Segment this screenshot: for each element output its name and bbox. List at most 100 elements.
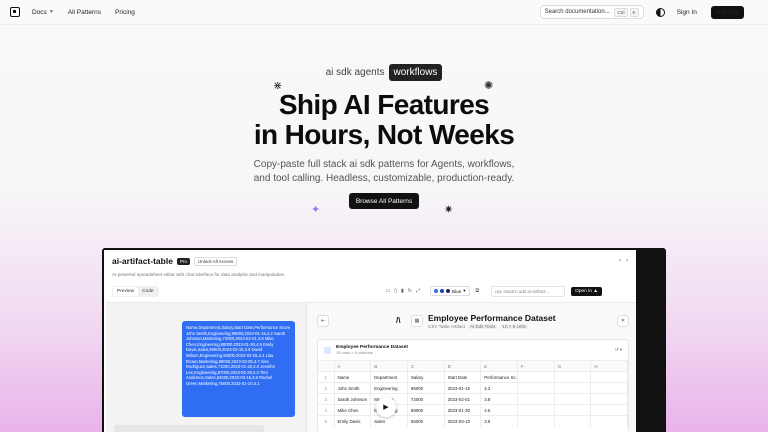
kbd-k: K xyxy=(629,7,639,17)
tablet-icon[interactable]: ▯ xyxy=(394,288,397,294)
preview-title: ai-artifact-table xyxy=(112,256,173,266)
table-cell[interactable]: 2023-03-10 xyxy=(444,415,482,427)
table-cell[interactable]: 3.8 xyxy=(480,393,518,405)
table-cell[interactable] xyxy=(590,371,628,383)
theme-toggle-icon[interactable] xyxy=(655,7,665,17)
table-cell[interactable] xyxy=(554,404,592,416)
table-cell[interactable] xyxy=(554,415,592,427)
sign-up-button[interactable]: Sign Up xyxy=(710,5,744,19)
table-cell: 5 xyxy=(318,415,335,427)
table-cell[interactable]: Start Date xyxy=(444,371,482,383)
table-cell[interactable] xyxy=(554,382,592,394)
search-placeholder: Search documentation... xyxy=(544,9,610,15)
table-cell[interactable]: Salary xyxy=(407,371,445,383)
artifact-logo-icon: /\ xyxy=(396,316,401,325)
logo-icon[interactable] xyxy=(10,7,20,17)
table-cell[interactable] xyxy=(517,415,555,427)
color-selector[interactable]: Blue ▾ xyxy=(430,286,470,296)
table-cell[interactable]: Engineering xyxy=(370,382,408,394)
sparkle-icon: ✦ xyxy=(311,204,321,216)
close-icon[interactable]: ✕ xyxy=(617,315,629,327)
unlock-all-access-button[interactable]: Unlock All Access xyxy=(193,256,238,266)
hero-subtitle: Copy-paste full stack ai sdk patterns fo… xyxy=(0,158,768,186)
table-cell[interactable] xyxy=(517,404,555,416)
header-divider xyxy=(0,24,768,25)
column-header-cell: B xyxy=(370,360,408,372)
table-cell[interactable]: Sarah Johnson xyxy=(334,393,372,405)
table-cell[interactable]: 2023-02-01 xyxy=(444,393,482,405)
prev-arrow-icon[interactable]: ‹ xyxy=(619,258,621,264)
table-cell[interactable] xyxy=(517,371,555,383)
play-video-button[interactable]: ▶ xyxy=(376,397,396,417)
table-cell[interactable]: 2023-01-30 xyxy=(444,404,482,416)
table-cell[interactable] xyxy=(517,393,555,405)
viewport-tools: ▭ ▯ ▮ ↻ ⤢ xyxy=(386,288,420,294)
table-cell[interactable]: 3.9 xyxy=(480,415,518,427)
search-input[interactable]: Search documentation... Ctrl K xyxy=(539,5,644,19)
chevron-down-icon: ▾ xyxy=(463,288,466,293)
refresh-icon[interactable]: ↻ xyxy=(408,288,412,294)
table-cell[interactable]: Emily Davis xyxy=(334,415,372,427)
table-cell[interactable]: Mike Chen xyxy=(334,404,372,416)
nav-all-patterns[interactable]: All Patterns xyxy=(68,9,101,16)
view-tabs: Preview Code xyxy=(112,285,159,297)
install-command[interactable]: npx shadcn add ai-artifact-... xyxy=(491,285,566,297)
mobile-icon[interactable]: ▮ xyxy=(401,288,404,294)
table-cell[interactable] xyxy=(590,393,628,405)
table-cell[interactable]: 95000 xyxy=(407,382,445,394)
table-cell[interactable] xyxy=(590,404,628,416)
chat-input[interactable] xyxy=(114,425,264,432)
table-row: 5 Emily Davis Sales 65000 2023-03-10 3.9 xyxy=(318,415,628,427)
preview-toolbar: Preview Code ▭ ▯ ▮ ↻ ⤢ Blue ▾ ⧉ npx shad… xyxy=(104,284,636,298)
table-cell[interactable] xyxy=(590,382,628,394)
copy-icon[interactable]: ⧉ xyxy=(476,288,480,294)
table-cell[interactable]: 65000 xyxy=(407,415,445,427)
dataset-card-header: Employee Performance Dataset 10 rows × 5… xyxy=(318,340,628,360)
tab-preview[interactable]: Preview xyxy=(113,286,139,296)
table-row: 4Mike ChenEngineering880002023-01-304.5 xyxy=(318,404,628,416)
tagline-pill: workflows xyxy=(388,64,443,81)
sign-in-button[interactable]: Sign In xyxy=(677,9,697,16)
table-cell[interactable]: 2023-01-15 xyxy=(444,382,482,394)
column-header-cell: A xyxy=(334,360,372,372)
table-cell[interactable]: 4.2 xyxy=(480,382,518,394)
table-cell[interactable] xyxy=(517,382,555,394)
nav-docs[interactable]: Docs ▼ xyxy=(32,9,54,16)
kbd-ctrl: Ctrl xyxy=(614,7,628,17)
table-cell[interactable] xyxy=(590,415,628,427)
table-cell[interactable]: 88000 xyxy=(407,404,445,416)
artifact-type: CSV Table Artifact xyxy=(428,324,465,329)
spreadsheet-table: A B C D E F G H 1 Name Department Salary Start Date P… xyxy=(318,360,628,427)
artifact-panel: ⇤ /\ ▦ Employee Performance Dataset CSV … xyxy=(306,302,636,432)
fullscreen-icon[interactable]: ⤢ xyxy=(416,288,420,294)
table-cell[interactable]: 72000 xyxy=(407,393,445,405)
table-cell[interactable] xyxy=(554,393,592,405)
desktop-icon[interactable]: ▭ xyxy=(386,288,391,294)
hero-title: Ship AI Features in Hours, Not Weeks xyxy=(0,90,768,150)
nav-pricing[interactable]: Pricing xyxy=(115,9,135,16)
open-in-button[interactable]: Open in ▲ xyxy=(571,286,603,296)
refresh-icon[interactable]: ↺ ▾ xyxy=(615,347,622,353)
nav-right: Search documentation... Ctrl K Sign In S… xyxy=(539,5,758,19)
hero-subtitle-line1: Copy-paste full stack ai sdk patterns fo… xyxy=(253,159,515,170)
artifact-subtitle: CSV Table Artifact AI Edit Tools 10 × 5 … xyxy=(428,324,528,329)
tab-code[interactable]: Code xyxy=(138,287,157,296)
chat-message: Name,Department,Salary,Start Date,Perfor… xyxy=(182,321,295,417)
preview-description: AI-powered spreadsheet editor with chat … xyxy=(112,272,286,277)
next-arrow-icon[interactable]: › xyxy=(626,258,628,264)
collapse-icon[interactable]: ⇤ xyxy=(317,315,329,327)
table-icon: ▦ xyxy=(411,315,423,327)
table-cell[interactable]: Performance Sc... xyxy=(480,371,518,383)
table-cell[interactable]: Name xyxy=(334,371,372,383)
hero-tagline: ai sdk agents workflows xyxy=(0,64,768,81)
color-dot-blue xyxy=(434,289,439,293)
table-cell: 1 xyxy=(318,371,335,383)
table-cell[interactable]: Sales xyxy=(370,415,408,427)
browse-all-patterns-button[interactable]: Browse All Patterns xyxy=(349,193,419,209)
table-cell[interactable] xyxy=(554,371,592,383)
table-row: 2 John Smith Engineering 95000 2023-01-15 4.2 xyxy=(318,382,628,394)
table-cell[interactable]: Department xyxy=(370,371,408,383)
table-row: 3Sarah JohnsonMarketing720002023-02-013.… xyxy=(318,393,628,405)
table-cell[interactable]: 4.5 xyxy=(480,404,518,416)
table-cell[interactable]: John Smith xyxy=(334,382,372,394)
